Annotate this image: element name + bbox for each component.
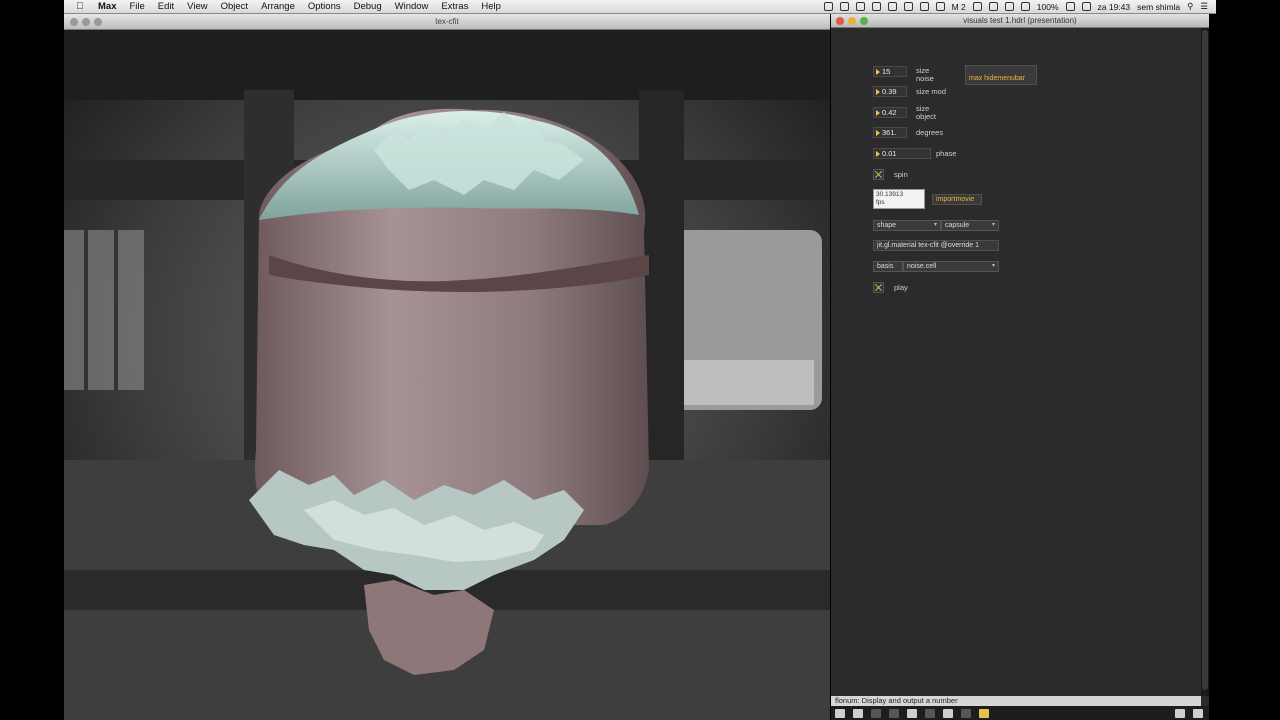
size-noise-number[interactable]: 15	[873, 66, 907, 77]
size-mod-number[interactable]: 0.39	[873, 86, 907, 97]
lock-icon[interactable]	[835, 708, 845, 718]
size-noise-label: size noise	[916, 66, 934, 83]
degrees-label: degrees	[916, 128, 944, 137]
zoom-icon[interactable]	[94, 18, 102, 26]
wifi-icon[interactable]	[1004, 2, 1014, 11]
phase-number[interactable]: 0.01	[873, 148, 931, 159]
status-icon[interactable]	[871, 2, 881, 11]
menu-window[interactable]: Window	[395, 1, 429, 12]
status-icon[interactable]	[972, 2, 982, 11]
status-bar: flonum: Display and output a number	[831, 696, 1201, 706]
patcher-title: visuals test 1.hdrl (presentation)	[963, 16, 1077, 25]
minimize-icon[interactable]	[82, 18, 90, 26]
render-window: tex-cfit	[64, 14, 830, 720]
menu-max[interactable]: Max	[98, 1, 116, 12]
patcher-window: visuals test 1.hdrl (presentation) 15 si…	[831, 14, 1209, 720]
spin-toggle[interactable]	[873, 169, 884, 180]
status-icon[interactable]	[903, 2, 913, 11]
clue-icon[interactable]	[961, 708, 971, 718]
dsp-icon[interactable]	[979, 708, 989, 718]
menu-object[interactable]: Object	[221, 1, 248, 12]
fps-display: 30.13913 fps	[873, 189, 925, 209]
play-label: play	[894, 283, 908, 292]
shape-value-menu[interactable]: capsule ▾	[941, 220, 999, 231]
menu-options[interactable]: Options	[308, 1, 341, 12]
spotlight-icon[interactable]: ⚲	[1187, 1, 1193, 12]
window-frame	[84, 230, 88, 390]
vertical-scrollbar[interactable]	[1201, 28, 1209, 696]
patcher-titlebar[interactable]: visuals test 1.hdrl (presentation)	[831, 14, 1209, 28]
close-icon[interactable]	[836, 17, 844, 25]
inspector-icon[interactable]	[907, 708, 917, 718]
presentation-icon[interactable]	[853, 708, 863, 718]
basis-label-box[interactable]: basis	[873, 261, 903, 272]
grid-icon[interactable]	[925, 708, 935, 718]
status-icon[interactable]	[855, 2, 865, 11]
menu-edit[interactable]: Edit	[158, 1, 174, 12]
menu-extras[interactable]: Extras	[441, 1, 468, 12]
notifications-icon[interactable]: ☰	[1200, 1, 1208, 12]
battery-status[interactable]: 100%	[1037, 2, 1059, 12]
window-left	[64, 230, 144, 390]
shape-menu[interactable]: shape ▾	[873, 220, 941, 231]
outside-light	[684, 360, 814, 405]
menu-arrange[interactable]: Arrange	[261, 1, 295, 12]
size-object-label: size object	[916, 104, 937, 121]
window-frame	[114, 230, 118, 390]
importmovie-message[interactable]: importmovie	[932, 194, 982, 205]
size-mod-label: size mod	[916, 87, 947, 96]
window-controls	[836, 17, 868, 25]
zoom-icon[interactable]	[860, 17, 868, 25]
spin-label: spin	[894, 170, 908, 179]
render-window-title: tex-cfit	[435, 17, 459, 26]
degrees-number[interactable]: 361.	[873, 127, 907, 138]
m2-status[interactable]: M 2	[952, 2, 966, 12]
battery-icon[interactable]	[1065, 2, 1075, 11]
phase-label: phase	[936, 149, 957, 158]
render-scene	[64, 30, 830, 720]
patcher-canvas[interactable]: 15 size noise max hidemenubar 0.39 size …	[831, 28, 1201, 696]
material-message[interactable]: jit.gl.material tex-cfit @override 1	[873, 240, 999, 251]
minimize-icon[interactable]	[848, 17, 856, 25]
hidemenubar-message[interactable]: max hidemenubar	[965, 65, 1037, 85]
system-menubar:  Max File Edit View Object Arrange Opti…	[64, 0, 1216, 14]
new-object-icon[interactable]	[871, 708, 881, 718]
status-icon[interactable]	[988, 2, 998, 11]
resize-icon[interactable]	[1193, 708, 1203, 718]
menu-help[interactable]: Help	[481, 1, 501, 12]
status-icon[interactable]	[935, 2, 945, 11]
ceiling	[64, 30, 830, 100]
menu-view[interactable]: View	[187, 1, 207, 12]
size-object-number[interactable]: 0.42	[873, 107, 907, 118]
clock[interactable]: za 19:43	[1098, 2, 1131, 12]
menu-debug[interactable]: Debug	[354, 1, 382, 12]
status-icon[interactable]	[887, 2, 897, 11]
menu-file[interactable]: File	[129, 1, 144, 12]
debug-icon[interactable]	[943, 708, 953, 718]
basis-menu[interactable]: noise.cell ▾	[903, 261, 999, 272]
scrollbar-thumb[interactable]	[1202, 30, 1208, 690]
apple-icon[interactable]: 	[74, 1, 86, 12]
render-window-titlebar[interactable]: tex-cfit	[64, 14, 830, 30]
volume-icon[interactable]	[1020, 2, 1030, 11]
window-controls	[70, 18, 102, 26]
status-icon[interactable]	[823, 2, 833, 11]
flag-icon[interactable]	[1081, 2, 1091, 11]
split-view-icon[interactable]	[1175, 708, 1185, 718]
play-toggle[interactable]	[873, 282, 884, 293]
status-icon[interactable]	[839, 2, 849, 11]
status-icon[interactable]	[919, 2, 929, 11]
user-name[interactable]: sem shimla	[1137, 2, 1180, 12]
new-message-icon[interactable]	[889, 708, 899, 718]
menubar-status-area: M 2 100% za 19:43 sem shimla ⚲ ☰	[823, 1, 1216, 12]
patcher-toolbar	[831, 706, 1209, 720]
close-icon[interactable]	[70, 18, 78, 26]
